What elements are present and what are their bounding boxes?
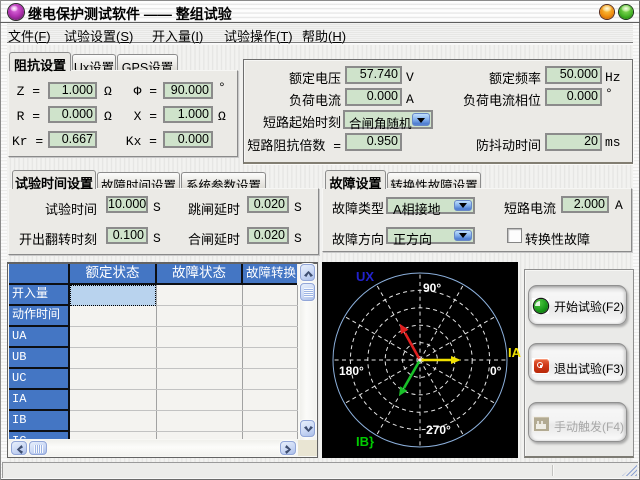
svg-text:0°: 0° [490,364,502,378]
svg-text:180°: 180° [339,364,364,378]
svg-text:IB}: IB} [356,434,374,449]
svg-text:IA: IA [508,345,522,360]
svg-text:UX: UX [356,269,374,284]
svg-text:270°: 270° [426,423,451,437]
svg-text:90°: 90° [423,281,441,295]
